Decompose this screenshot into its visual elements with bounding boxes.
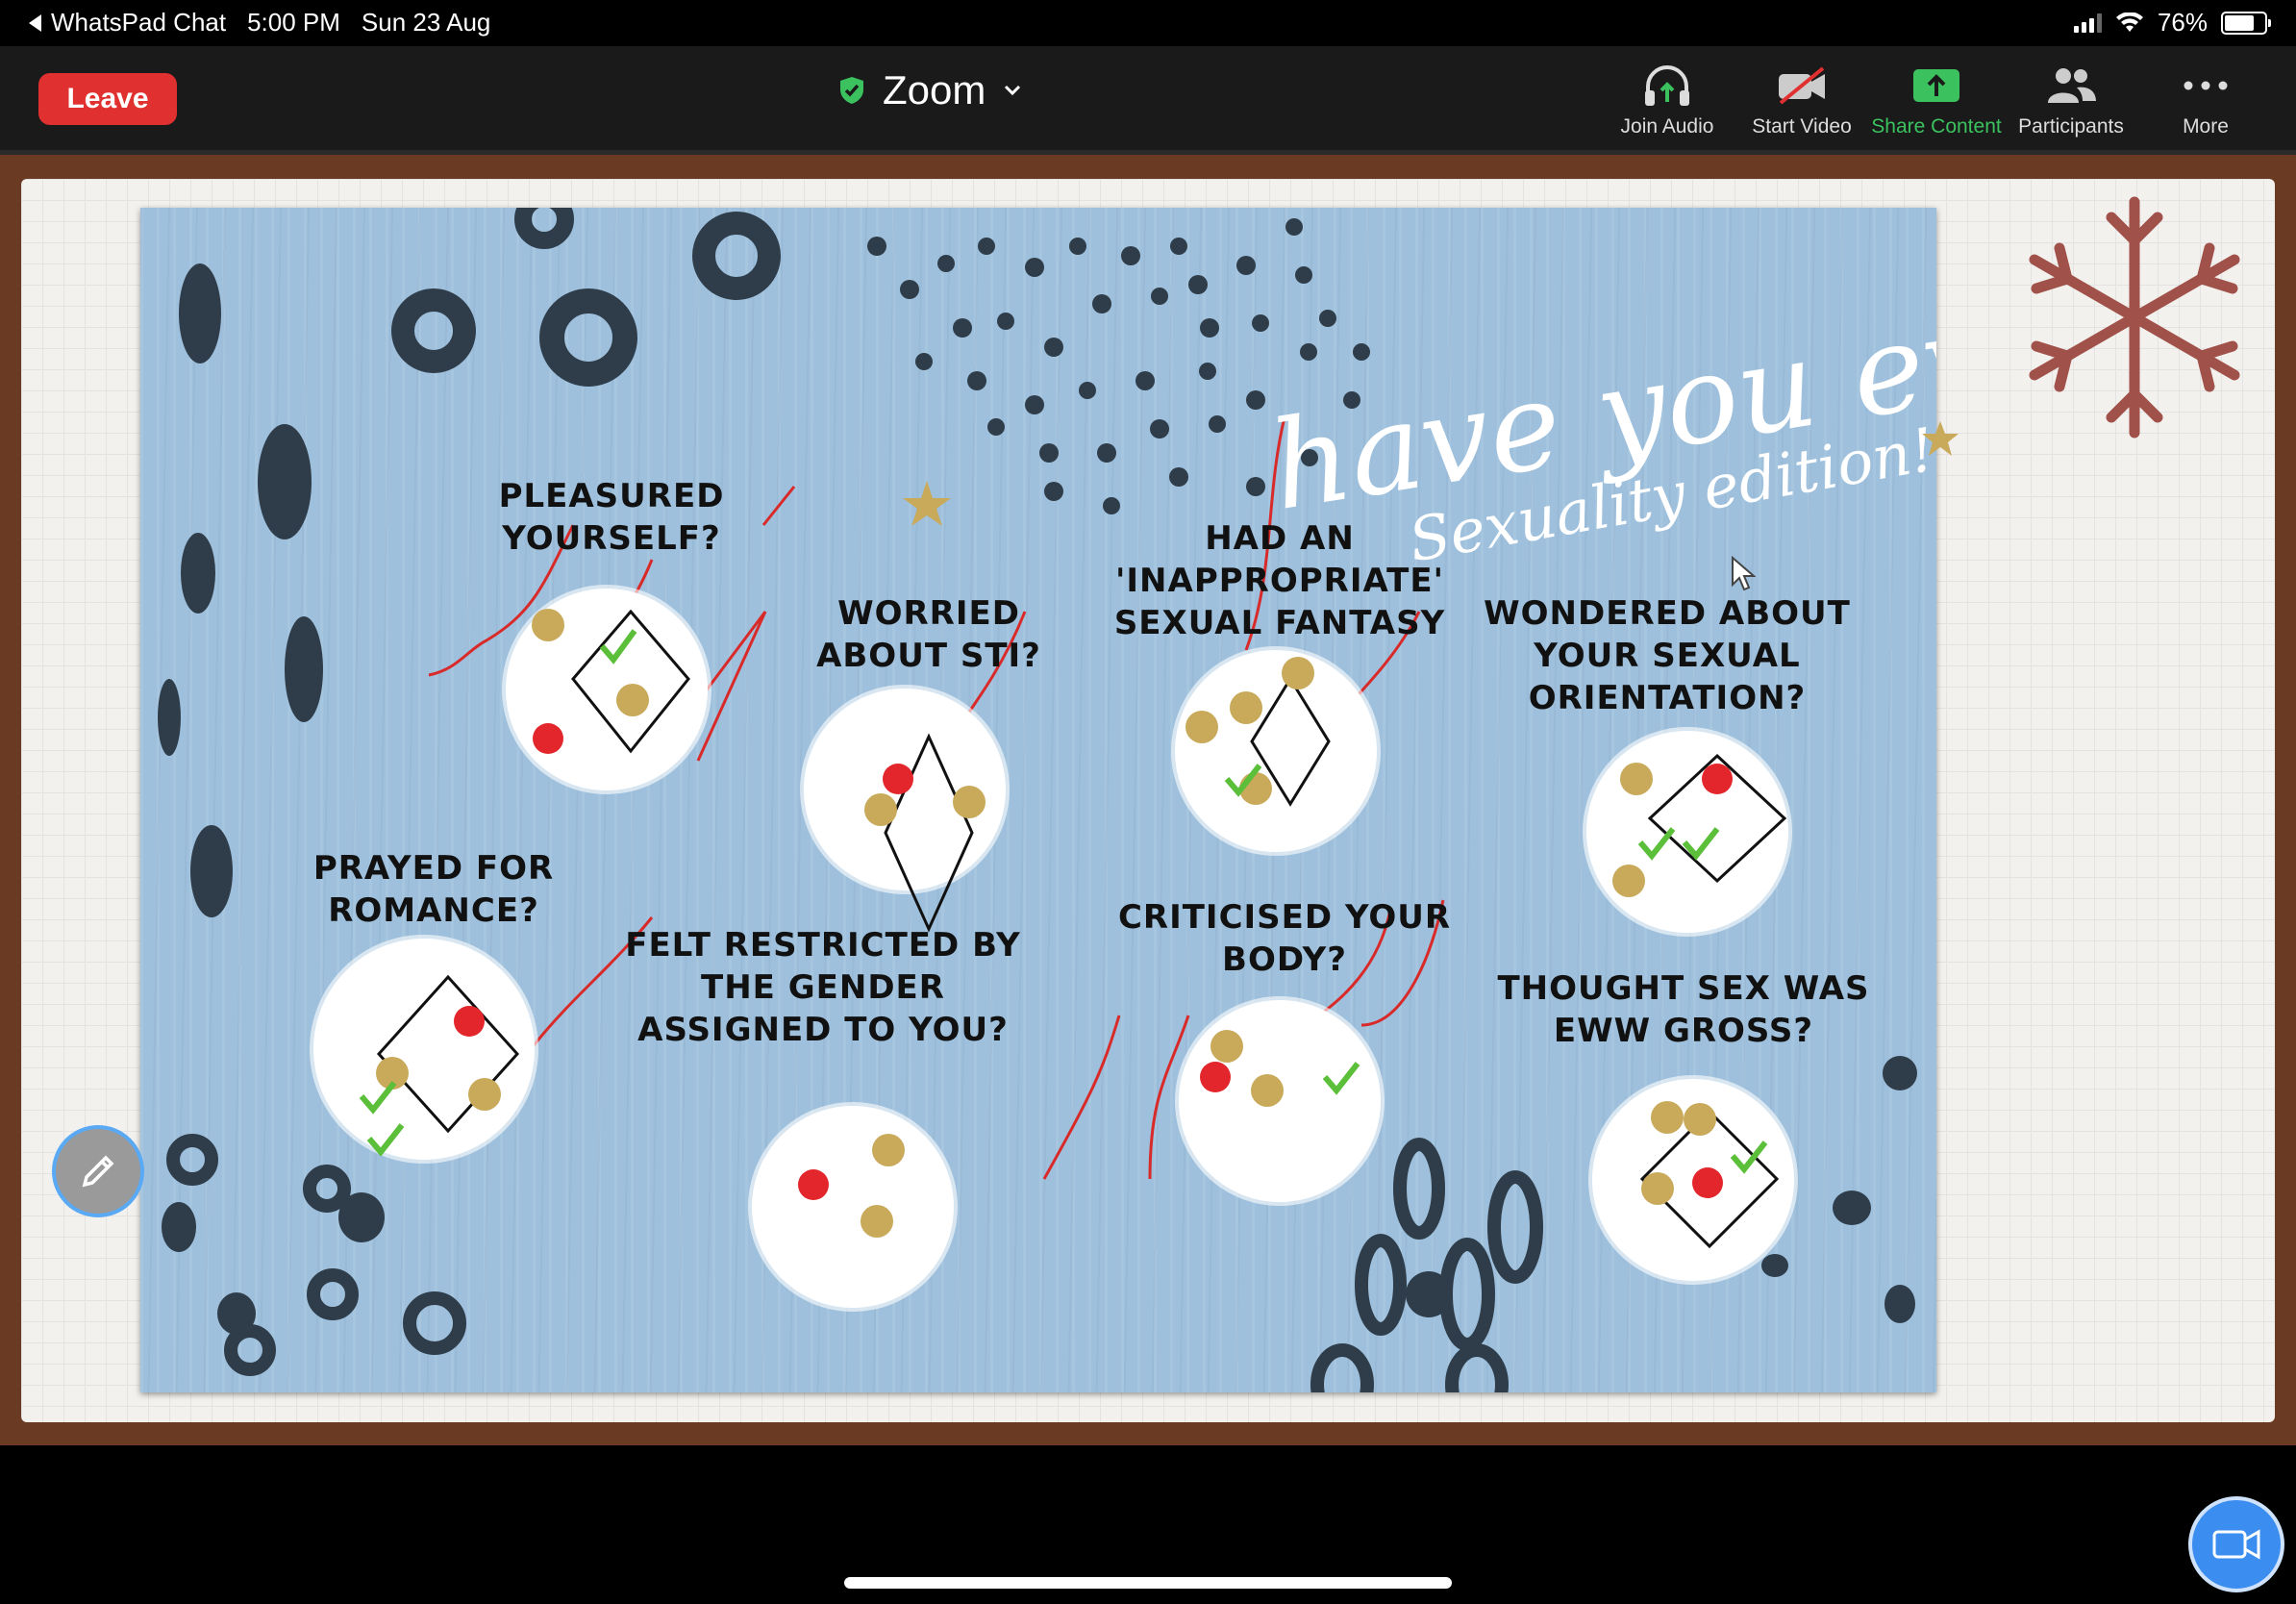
more-label: More	[2183, 115, 2229, 138]
more-icon	[2184, 81, 2228, 90]
pencil-icon	[82, 1155, 114, 1188]
home-indicator[interactable]	[844, 1577, 1452, 1589]
participants-label: Participants	[2018, 115, 2124, 138]
meeting-title: Zoom	[883, 67, 986, 113]
share-content-label: Share Content	[1871, 115, 2002, 138]
answer-marks	[359, 609, 1787, 1249]
meeting-title-dropdown[interactable]: Zoom	[838, 67, 1022, 113]
battery-icon	[2221, 11, 2271, 35]
share-icon	[1913, 69, 1959, 102]
status-time: 5:00 PM	[247, 8, 340, 37]
participants-icon	[2048, 68, 2096, 103]
chevron-down-icon	[1005, 85, 1021, 96]
wifi-icon	[2115, 12, 2143, 32]
shield-check-icon	[840, 77, 863, 104]
join-audio-button[interactable]: Join Audio	[1600, 62, 1734, 138]
mouse-cursor-icon	[1732, 556, 1756, 591]
share-content-button[interactable]: Share Content	[1869, 62, 2004, 138]
headphones-icon	[1645, 65, 1689, 106]
start-video-button[interactable]: Start Video	[1734, 62, 1869, 138]
snowflake-icon	[2029, 196, 2240, 439]
back-app-link[interactable]: WhatsPad Chat	[51, 8, 226, 38]
more-button[interactable]: More	[2138, 62, 2273, 138]
video-off-icon	[1779, 66, 1825, 105]
leave-button[interactable]: Leave	[38, 73, 177, 125]
shared-slide: have you ever? Sexuality edition! PLEASU…	[140, 208, 1936, 1392]
participants-button[interactable]: Participants	[2004, 62, 2138, 138]
annotate-pencil-button[interactable]	[52, 1125, 144, 1217]
start-video-label: Start Video	[1752, 115, 1852, 138]
meeting-toolbar: Leave Zoom Join Audio Start Video Share …	[0, 46, 2296, 155]
status-bar: WhatsPad Chat 5:00 PM Sun 23 Aug 76%	[0, 0, 2296, 46]
video-camera-icon	[2212, 1529, 2260, 1560]
status-date: Sun 23 Aug	[361, 8, 491, 37]
battery-percent: 76%	[2157, 8, 2208, 37]
camera-toggle-button[interactable]	[2188, 1496, 2284, 1592]
join-audio-label: Join Audio	[1620, 115, 1714, 138]
back-arrow-icon[interactable]	[29, 13, 41, 32]
star-icon	[1922, 421, 1959, 456]
cellular-signal-icon	[2073, 13, 2102, 33]
